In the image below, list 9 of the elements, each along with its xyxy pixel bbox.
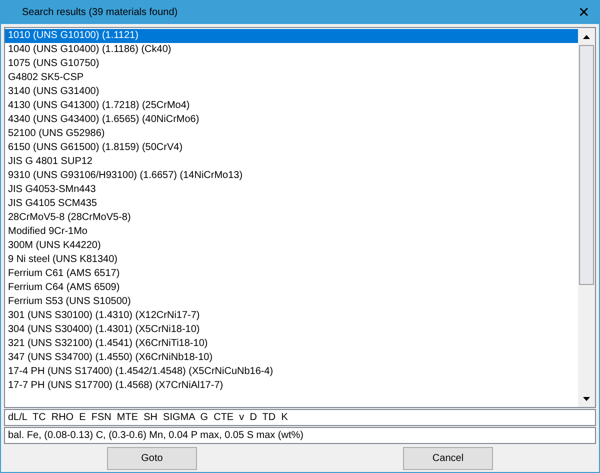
close-button[interactable]: ✕ — [574, 2, 594, 22]
composition-field[interactable]: bal. Fe, (0.08-0.13) C, (0.3-0.6) Mn, 0.04 P max, 0.05 S max (wt%) — [4, 427, 596, 444]
goto-button[interactable]: Goto — [107, 447, 197, 470]
result-item[interactable]: 1010 (UNS G10100) (1.1121) — [5, 29, 578, 43]
cancel-button[interactable]: Cancel — [403, 447, 493, 470]
properties-field[interactable]: dL/L TC RHO E FSN MTE SH SIGMA G CTE v D TD K — [4, 409, 596, 426]
scrollbar[interactable] — [578, 28, 595, 407]
window-title: Search results (39 materials found) — [22, 6, 178, 20]
scroll-thumb[interactable] — [579, 45, 594, 285]
